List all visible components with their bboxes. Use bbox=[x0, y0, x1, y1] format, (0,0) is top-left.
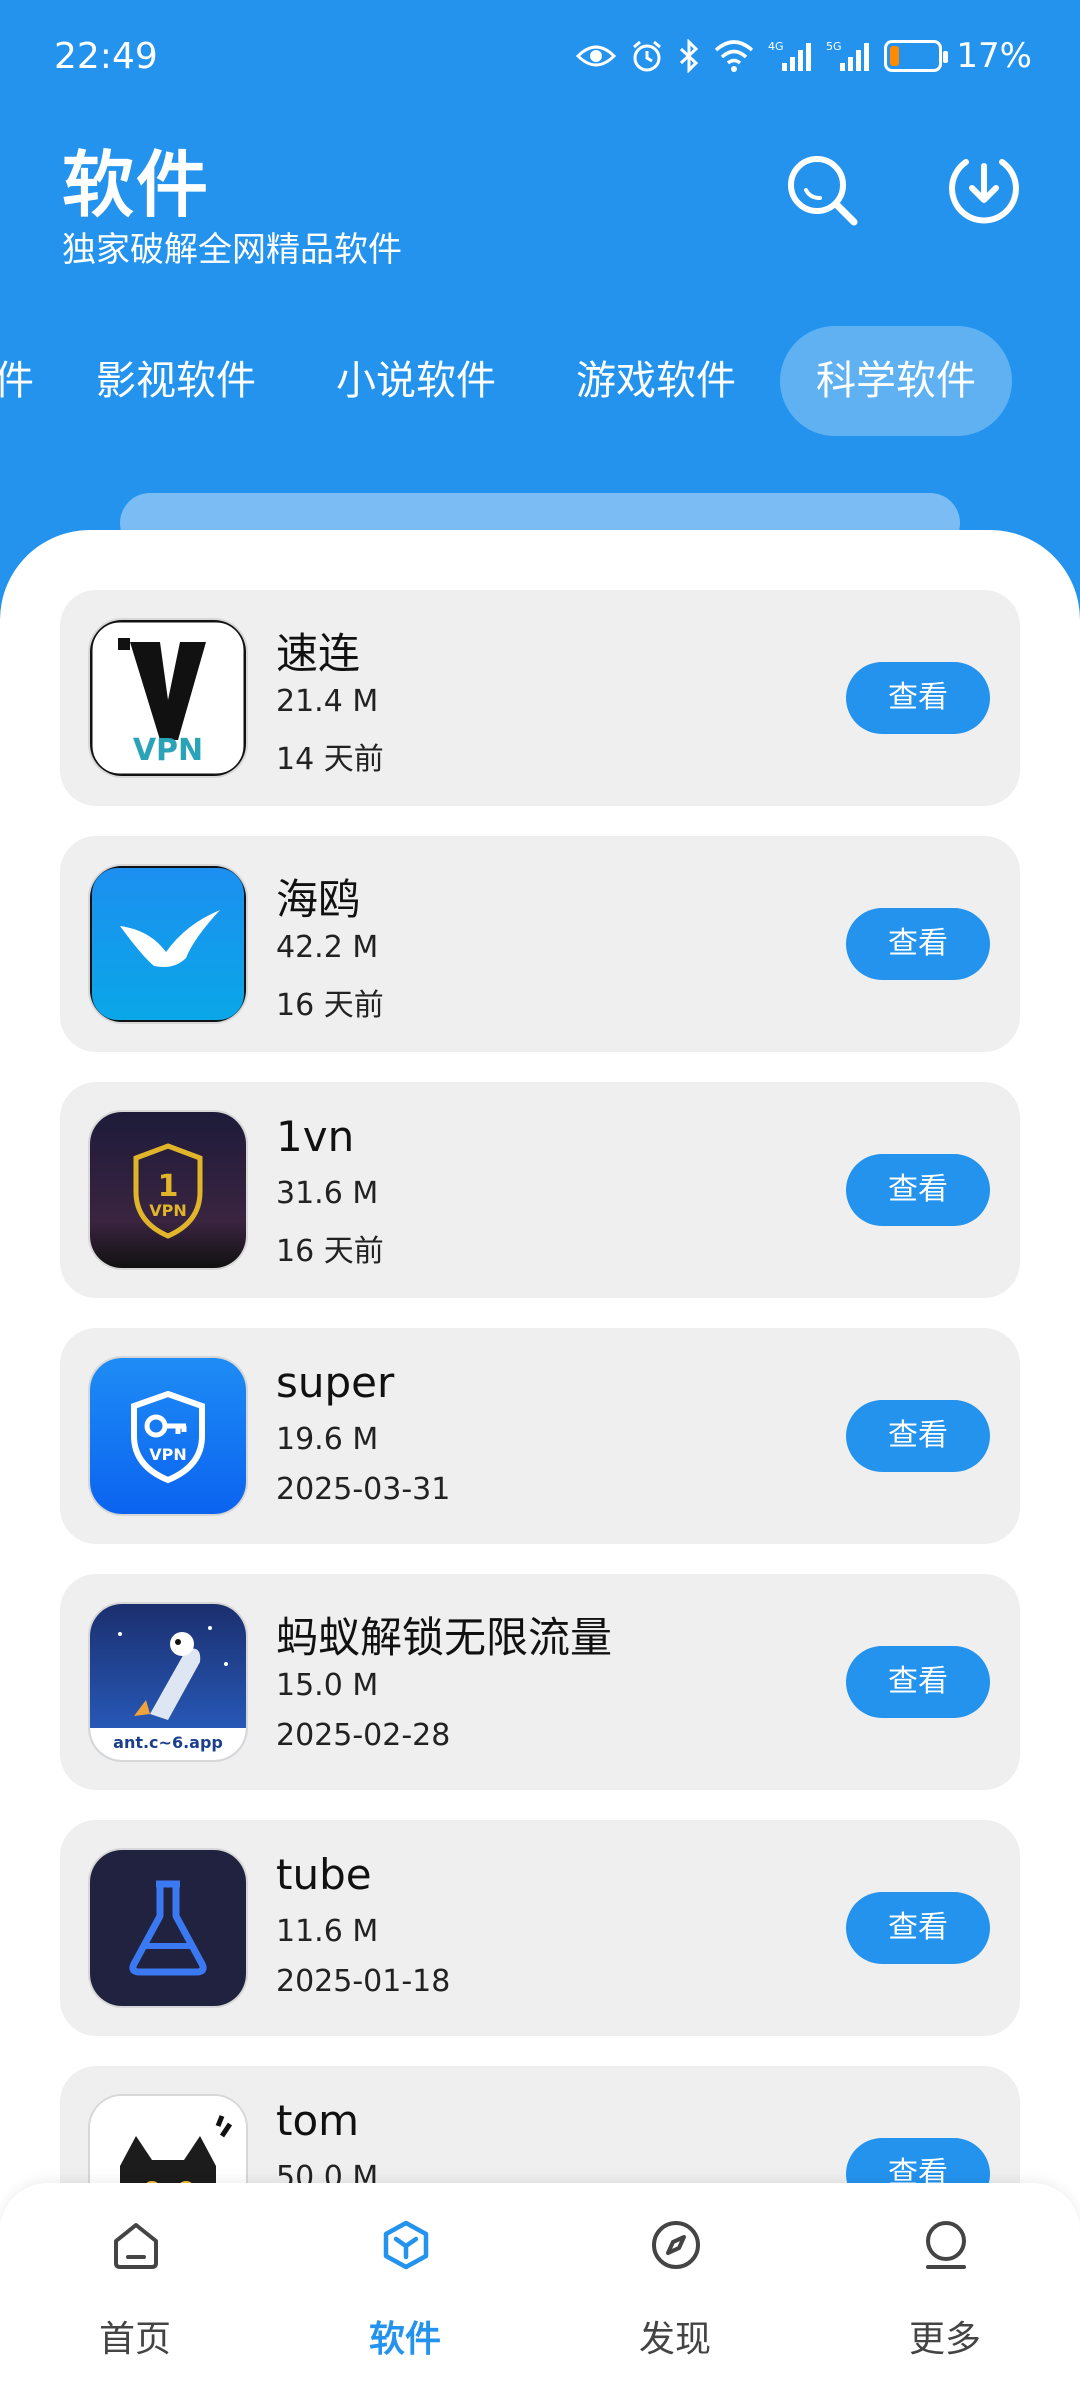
category-tabs: 件 影视软件 小说软件 游戏软件 科学软件 bbox=[0, 326, 1080, 436]
v-vpn-icon: VPN bbox=[90, 620, 246, 776]
app-date: 16 天前 bbox=[276, 988, 384, 1023]
svg-text:1: 1 bbox=[158, 1169, 179, 1204]
app-name: 速连 bbox=[276, 629, 361, 678]
tab-video-software[interactable]: 影视软件 bbox=[96, 326, 256, 436]
app-date: 2025-03-31 bbox=[276, 1472, 451, 1507]
battery-percent: 17% bbox=[956, 36, 1032, 76]
app-name: 蚂蚁解锁无限流量 bbox=[276, 1613, 613, 1662]
status-icons: 4G 5G 17% bbox=[576, 36, 1032, 76]
app-name: 海鸥 bbox=[276, 875, 361, 924]
key-shield-vpn-icon: VPN bbox=[90, 1358, 246, 1514]
battery-icon bbox=[884, 40, 949, 72]
tab-novel-software[interactable]: 小说软件 bbox=[336, 326, 496, 436]
tab-science-software[interactable]: 科学软件 bbox=[780, 326, 1012, 436]
svg-text:5G: 5G bbox=[826, 40, 842, 53]
svg-text:VPN: VPN bbox=[149, 1445, 187, 1464]
ant-rocket-icon: ant.c~6.app bbox=[90, 1604, 246, 1760]
nav-label: 发现 bbox=[638, 2319, 711, 2360]
svg-text:VPN: VPN bbox=[149, 1201, 187, 1220]
app-size: 21.4 M bbox=[276, 684, 379, 719]
app-date: 16 天前 bbox=[276, 1234, 384, 1269]
flask-icon bbox=[90, 1850, 246, 2006]
cube-icon bbox=[383, 2220, 429, 2270]
compass-icon bbox=[652, 2221, 700, 2269]
app-icon-caption: ant.c~6.app bbox=[113, 1733, 223, 1752]
home-icon bbox=[114, 2223, 158, 2269]
svg-text:4G: 4G bbox=[768, 40, 784, 53]
nav-discover[interactable]: 发现 bbox=[540, 2183, 810, 2388]
status-bar: 22:49 4G 5G 17% bbox=[0, 0, 1080, 120]
app-card[interactable]: 1 VPN 1vn 31.6 M 16 天前 查看 bbox=[60, 1082, 1020, 1298]
app-size: 19.6 M bbox=[276, 1422, 379, 1457]
app-card[interactable]: VPN super 19.6 M 2025-03-31 查看 bbox=[60, 1328, 1020, 1544]
user-icon bbox=[926, 2221, 966, 2269]
app-card[interactable]: VPN 速连 21.4 M 14 天前 查看 bbox=[60, 590, 1020, 806]
status-time: 22:49 bbox=[54, 36, 158, 77]
alarm-icon bbox=[630, 39, 664, 73]
app-date: 2025-01-18 bbox=[276, 1964, 451, 1999]
page-title: 软件 bbox=[62, 143, 211, 227]
bottom-nav: 首页 软件 发现 更多 bbox=[0, 2183, 1080, 2388]
view-button[interactable]: 查看 bbox=[846, 662, 990, 734]
wifi-icon bbox=[714, 40, 754, 72]
app-card[interactable]: tube 11.6 M 2025-01-18 查看 bbox=[60, 1820, 1020, 2036]
view-button[interactable]: 查看 bbox=[846, 1646, 990, 1718]
view-button[interactable]: 查看 bbox=[846, 908, 990, 980]
download-icon bbox=[949, 159, 1019, 224]
nav-label: 软件 bbox=[368, 2319, 441, 2360]
nav-software[interactable]: 软件 bbox=[270, 2183, 540, 2388]
nav-label: 更多 bbox=[908, 2319, 981, 2360]
nav-home[interactable]: 首页 bbox=[0, 2183, 270, 2388]
search-icon bbox=[788, 156, 858, 226]
app-date: 14 天前 bbox=[276, 742, 384, 777]
eye-icon bbox=[576, 42, 617, 70]
app-size: 31.6 M bbox=[276, 1176, 379, 1211]
seagull-icon bbox=[90, 866, 246, 1022]
app-card[interactable]: 海鸥 42.2 M 16 天前 查看 bbox=[60, 836, 1020, 1052]
signal-5g-icon: 5G bbox=[826, 39, 870, 73]
app-name: tube bbox=[276, 1850, 372, 1899]
page-subtitle: 独家破解全网精品软件 bbox=[62, 230, 402, 270]
app-size: 15.0 M bbox=[276, 1668, 379, 1703]
app-name: super bbox=[276, 1358, 395, 1407]
search-button[interactable] bbox=[780, 148, 864, 232]
app-card[interactable]: ant.c~6.app 蚂蚁解锁无限流量 15.0 M 2025-02-28 查… bbox=[60, 1574, 1020, 1790]
bluetooth-icon bbox=[678, 39, 700, 73]
shield-1-vpn-icon: 1 VPN bbox=[90, 1112, 246, 1268]
view-button[interactable]: 查看 bbox=[846, 1154, 990, 1226]
view-button[interactable]: 查看 bbox=[846, 1400, 990, 1472]
app-date: 2025-02-28 bbox=[276, 1718, 451, 1753]
nav-more[interactable]: 更多 bbox=[810, 2183, 1080, 2388]
app-name: 1vn bbox=[276, 1112, 355, 1161]
nav-label: 首页 bbox=[98, 2319, 171, 2360]
app-size: 11.6 M bbox=[276, 1914, 379, 1949]
battery-level bbox=[890, 46, 900, 66]
app-list: VPN 速连 21.4 M 14 天前 查看 海鸥 42.2 M 16 天前 查… bbox=[0, 530, 1080, 2388]
signal-4g-icon: 4G bbox=[768, 39, 812, 73]
view-button[interactable]: 查看 bbox=[846, 1892, 990, 1964]
app-name: tom bbox=[276, 2096, 360, 2145]
app-size: 42.2 M bbox=[276, 930, 379, 965]
download-button[interactable] bbox=[942, 148, 1026, 232]
svg-text:VPN: VPN bbox=[133, 733, 203, 768]
tab-partial[interactable]: 件 bbox=[0, 326, 34, 436]
tab-game-software[interactable]: 游戏软件 bbox=[576, 326, 736, 436]
